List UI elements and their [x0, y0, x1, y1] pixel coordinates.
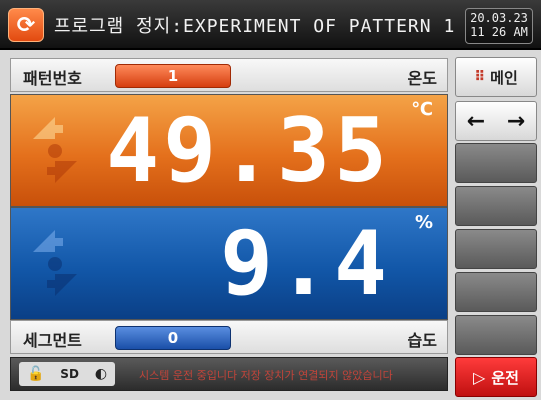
- humidity-panel: 9.4 %: [10, 207, 448, 320]
- run-label: 운전: [491, 368, 519, 387]
- arrow-left-icon[interactable]: ←: [467, 109, 485, 134]
- play-icon: ▷: [473, 367, 486, 387]
- page-nav-button[interactable]: ← →: [455, 101, 537, 141]
- blank-button-3[interactable]: [455, 229, 537, 269]
- title-bar: ⟳ 프로그램 정지:EXPERIMENT OF PATTERN 1 20.03.…: [0, 0, 541, 50]
- main-menu-label: 메인: [490, 68, 518, 87]
- segment-value[interactable]: 0: [115, 326, 231, 350]
- humidity-value: 9.4: [220, 212, 391, 315]
- arrow-right-icon[interactable]: →: [507, 109, 525, 134]
- temperature-panel: 49.35 ℃: [10, 94, 448, 207]
- lock-icon: 🔓: [26, 366, 45, 382]
- segment-row: 세그먼트 0 습도: [10, 320, 448, 354]
- temperature-unit: ℃: [411, 99, 433, 120]
- temperature-trend-icon: [33, 117, 77, 183]
- menu-grid-icon: ⠿: [474, 69, 485, 85]
- temperature-value: 49.35: [106, 99, 391, 202]
- humidity-trend-icon: [33, 230, 77, 296]
- humidity-unit: %: [414, 212, 433, 233]
- date-time-display: 20.03.23 11 26 AM: [465, 8, 533, 44]
- blank-button-2[interactable]: [455, 186, 537, 226]
- status-icons: 🔓 SD ◐: [19, 362, 115, 386]
- segment-label: 세그먼트: [23, 331, 82, 350]
- refresh-icon[interactable]: ⟳: [8, 8, 44, 42]
- temperature-label: 온도: [407, 69, 437, 88]
- status-bar: 🔓 SD ◐ 시스템 운전 중입니다 저장 장치가 연결되지 않았습니다: [10, 357, 448, 391]
- mouse-icon: ◐: [94, 366, 108, 382]
- date-text: 20.03.23: [470, 11, 528, 25]
- program-status-title: 프로그램 정지:EXPERIMENT OF PATTERN 1: [54, 16, 456, 37]
- humidity-label: 습도: [407, 331, 437, 350]
- run-button[interactable]: ▷ 운전: [455, 357, 537, 397]
- pattern-number-value[interactable]: 1: [115, 64, 231, 88]
- time-text: 11 26 AM: [470, 25, 528, 39]
- main-menu-button[interactable]: ⠿ 메인: [455, 57, 537, 97]
- pattern-number-label: 패턴번호: [23, 69, 82, 88]
- sd-card-icon: SD: [60, 367, 79, 381]
- pattern-number-row: 패턴번호 1 온도: [10, 58, 448, 92]
- blank-button-4[interactable]: [455, 272, 537, 312]
- blank-button-1[interactable]: [455, 143, 537, 183]
- blank-button-5[interactable]: [455, 315, 537, 355]
- status-message: 시스템 운전 중입니다 저장 장치가 연결되지 않았습니다: [139, 369, 393, 382]
